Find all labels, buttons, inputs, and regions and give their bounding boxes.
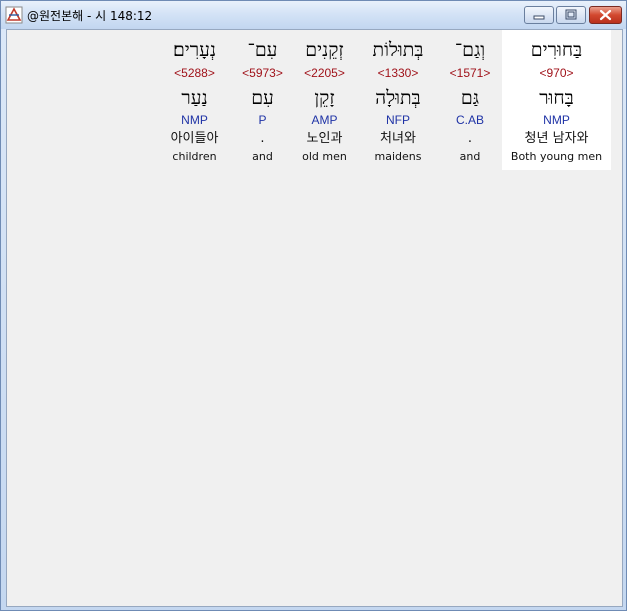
hebrew-lemma: בְּתוּלָה [375, 87, 421, 109]
korean-gloss: 아이들아 [170, 131, 219, 146]
hebrew-word[interactable]: זְקֵנִים [291, 39, 358, 61]
strong-number[interactable]: <970> [502, 66, 611, 80]
hebrew-word[interactable]: נְעָרִים׃ [155, 39, 234, 61]
hebrew-word[interactable]: וְגַם־ [438, 39, 502, 61]
close-button[interactable] [589, 6, 622, 24]
hebrew-word[interactable]: בְּתוּלוֹת [358, 39, 438, 61]
app-icon[interactable] [5, 6, 23, 24]
strong-number[interactable]: <5288> [155, 66, 234, 80]
english-gloss: and [252, 150, 273, 163]
strong-number[interactable]: <2205> [291, 66, 358, 80]
morphology-code: C.AB [455, 113, 484, 127]
english-gloss: children [172, 150, 217, 163]
hebrew-lemma: נַעַר [181, 87, 208, 109]
morphology-code: NMP [181, 113, 208, 127]
english-gloss: Both young men [510, 150, 603, 163]
verse-panel[interactable]: בַּחוּרִים <970> בָּחוּר NMP 청년 남자와 Both… [6, 29, 623, 607]
morphology-code: P [258, 113, 267, 127]
word-column[interactable]: עִם־ <5973> עִם P . and [234, 30, 291, 170]
english-gloss: maidens [374, 150, 422, 163]
word-column[interactable]: בְּתוּלוֹת <1330> בְּתוּלָה NFP 처녀와 maid… [358, 30, 438, 170]
morphology-code: NFP [386, 113, 410, 127]
hebrew-lemma: עִם [251, 87, 274, 109]
hebrew-word[interactable]: בַּחוּרִים [502, 39, 611, 61]
word-column[interactable]: נְעָרִים׃ <5288> נַעַר NMP 아이들아 children [155, 30, 234, 170]
morphology-code: NMP [543, 113, 570, 127]
hebrew-lemma: זָקֵן [314, 87, 335, 109]
word-column[interactable]: זְקֵנִים <2205> זָקֵן AMP 노인과 old men [291, 30, 358, 170]
korean-gloss: 청년 남자와 [524, 131, 589, 146]
hebrew-lemma: גַּם [460, 87, 480, 109]
window-title: @원전본해 - 시 148:12 [27, 9, 153, 23]
morphology-code: AMP [311, 113, 338, 127]
maximize-icon [565, 9, 577, 20]
korean-gloss: . [260, 131, 265, 146]
close-icon [599, 9, 612, 21]
hebrew-word[interactable]: עִם־ [234, 39, 291, 61]
english-gloss: and [459, 150, 481, 163]
korean-gloss: 처녀와 [380, 131, 416, 146]
word-column[interactable]: וְגַם־ <1571> גַּם C.AB . and [438, 30, 502, 170]
word-column[interactable]: בַּחוּרִים <970> בָּחוּר NMP 청년 남자와 Both… [502, 30, 611, 170]
strong-number[interactable]: <1571> [438, 66, 502, 80]
strong-number[interactable]: <1330> [358, 66, 438, 80]
maximize-button[interactable] [556, 6, 586, 24]
minimize-button[interactable] [524, 6, 554, 24]
english-gloss: old men [302, 150, 347, 163]
title-bar[interactable]: @원전본해 - 시 148:12 [1, 1, 626, 29]
korean-gloss: 노인과 [306, 131, 343, 146]
app-window: @원전본해 - 시 148:12 בַּחוּרִים <970> בָּחוּ… [0, 0, 627, 611]
minimize-icon [533, 15, 545, 20]
strong-number[interactable]: <5973> [234, 66, 291, 80]
korean-gloss: . [467, 131, 473, 146]
hebrew-lemma: בָּחוּר [539, 87, 574, 109]
